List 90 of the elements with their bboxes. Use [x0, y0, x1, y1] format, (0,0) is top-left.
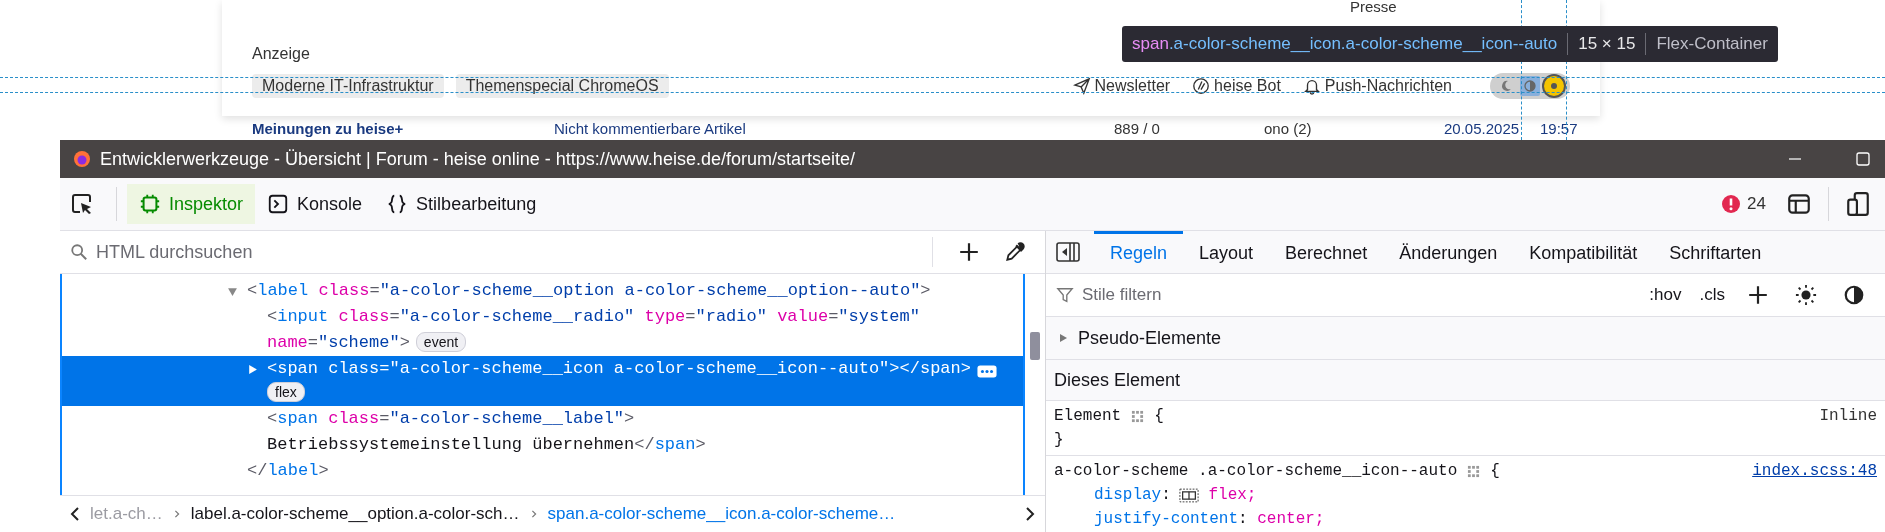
expand-arrow-icon[interactable] — [1058, 333, 1068, 343]
footer-link[interactable]: heise Bot — [1192, 77, 1281, 95]
color-scheme-switch[interactable] — [1490, 73, 1570, 99]
chevron-right-icon[interactable] — [1025, 505, 1035, 523]
eyedropper-icon[interactable] — [1004, 241, 1026, 263]
selector-text: span.a-color-scheme__icon.a-color-scheme__icon--auto — [1132, 34, 1558, 54]
topic-tag[interactable]: Themenspecial ChromeOS — [455, 74, 669, 98]
css-declaration[interactable]: display: flex; — [1054, 483, 1877, 507]
filter-icon — [1056, 286, 1074, 304]
forum-subtitle[interactable]: Nicht kommentierbare Artikel — [554, 119, 1114, 137]
scrollbar-thumb[interactable] — [1030, 332, 1040, 360]
html-code: </label> — [247, 460, 329, 482]
scheme-option[interactable] — [1544, 76, 1564, 96]
section-header[interactable]: Pseudo-Elemente — [1046, 317, 1885, 360]
layout-icon[interactable] — [1786, 191, 1812, 217]
element-picker-icon[interactable] — [70, 192, 94, 216]
css-declaration[interactable]: justify-content: center; — [1054, 507, 1877, 531]
filter-field[interactable]: Stile filtern — [1080, 284, 1638, 306]
tree-row[interactable]: <span class="a-color-scheme__label"> Betriebssystemeinstellung übernehmen</span> — [62, 406, 1023, 458]
browser-logo-icon — [72, 149, 92, 169]
pseudo-class-button[interactable]: .cls — [1693, 285, 1731, 305]
flexbox-icon[interactable] — [1178, 487, 1199, 503]
add-icon[interactable] — [1747, 284, 1769, 306]
topic-tag[interactable]: Moderne IT-Infrastruktur — [252, 74, 444, 98]
sidebar-tab[interactable]: Kompatibilität — [1513, 231, 1654, 273]
tool-tab[interactable]: Stilbearbeitung — [374, 184, 549, 224]
section-title: Dieses Element — [1054, 369, 1181, 391]
window-title: Entwicklerwerkzeuge - Übersicht | Forum - heise online - https://www.heise.de/forum/startseite/ — [100, 148, 855, 170]
post-date[interactable]: 20.05.2025 — [1444, 119, 1534, 137]
breadcrumb-item[interactable]: span.a-color-scheme__icon.a-color-scheme… — [547, 504, 896, 524]
size-text: 15 × 15 — [1578, 34, 1636, 54]
rule-source: Inline — [1819, 406, 1877, 427]
responsive-icon[interactable] — [1845, 191, 1871, 217]
layout-type-text: Flex-Container — [1656, 34, 1768, 54]
error-icon[interactable] — [1721, 194, 1742, 214]
brace: { — [1490, 461, 1500, 482]
breadcrumb-item[interactable]: label.a-color-scheme__option.a-color-sch… — [190, 504, 520, 524]
section-title: Pseudo-Elemente — [1078, 327, 1222, 349]
search-icon — [70, 243, 88, 261]
post-time[interactable]: 19:57 — [1540, 119, 1578, 137]
sidebar-toggle-icon[interactable] — [1056, 242, 1080, 262]
node-badge[interactable]: event — [415, 332, 467, 352]
ellipsis-icon[interactable] — [976, 365, 997, 378]
html-code: Betriebssystemeinstellung übernehmen</span> — [267, 434, 706, 456]
brace: } — [1054, 430, 1064, 451]
grid-icon[interactable] — [1131, 409, 1145, 423]
tree-row[interactable]: <input class="a-color-scheme__radio" type="radio" value="system" name="scheme"> event — [62, 304, 1023, 356]
expand-arrow-icon[interactable] — [247, 364, 258, 375]
bell-icon — [1302, 77, 1321, 95]
grid-icon[interactable] — [1467, 464, 1481, 478]
html-code: <span class="a-color-scheme__icon a-color-scheme__icon--auto"></span> — [267, 358, 971, 380]
search-field[interactable]: HTML durchsuchen — [94, 236, 926, 268]
half-circle-icon — [1523, 79, 1537, 93]
error-count[interactable]: 24 — [1747, 194, 1766, 214]
tool-tab[interactable]: Inspektor — [127, 184, 256, 224]
add-icon[interactable] — [958, 241, 980, 263]
brace: { — [1154, 406, 1164, 427]
html-code: name="scheme"> — [267, 332, 410, 354]
sidebar-tab[interactable]: Layout — [1183, 231, 1270, 273]
sidebar-tab[interactable]: Schriftarten — [1653, 231, 1778, 273]
pseudo-class-button[interactable]: :hov — [1643, 285, 1688, 305]
sidebar-tab[interactable]: Berechnet — [1269, 231, 1384, 273]
paper-plane-icon — [1072, 77, 1091, 95]
footer-link[interactable]: Newsletter — [1072, 77, 1171, 95]
expand-arrow-icon[interactable] — [227, 286, 238, 297]
chevron-left-icon[interactable] — [70, 505, 80, 523]
css-selector: Element — [1054, 406, 1122, 427]
maximize-icon[interactable] — [1853, 149, 1873, 169]
css-selector: a-color-scheme .a-color-scheme__icon--auto — [1054, 461, 1458, 482]
footer-link[interactable]: Push-Nachrichten — [1302, 77, 1452, 95]
scheme-option[interactable] — [1520, 76, 1540, 96]
node-badge[interactable]: flex — [267, 382, 305, 402]
contrast-icon[interactable] — [1843, 284, 1865, 306]
html-code: <label class="a-color-scheme__option a-color-scheme__option--auto"> — [247, 280, 931, 302]
html-code: <input class="a-color-scheme__radio" type="radio" value="system" — [267, 306, 920, 328]
ad-label: Anzeige — [252, 44, 310, 64]
tree-row[interactable]: <label class="a-color-scheme__option a-color-scheme__option--auto"> — [62, 278, 1023, 304]
rule-source[interactable]: index.scss:48 — [1752, 459, 1877, 483]
html-code: <span class="a-color-scheme__label"> — [267, 408, 635, 430]
post-count: 889 / 0 — [1114, 119, 1161, 137]
sidebar-tab[interactable]: Regeln — [1094, 231, 1184, 273]
forum-title[interactable]: Meinungen zu heise+ — [252, 119, 554, 137]
column-heading: Presse — [1350, 0, 1397, 14]
sidebar-tab[interactable]: Änderungen — [1383, 231, 1514, 273]
tree-row[interactable]: <span class="a-color-scheme__icon a-color-scheme__icon--auto"></span> flex — [62, 356, 1023, 406]
terminal-icon — [267, 193, 290, 215]
chip-icon — [139, 193, 161, 215]
moon-icon — [1499, 79, 1513, 93]
author-name: ono (2) — [1264, 119, 1313, 137]
tool-tab[interactable]: Konsole — [255, 184, 375, 224]
